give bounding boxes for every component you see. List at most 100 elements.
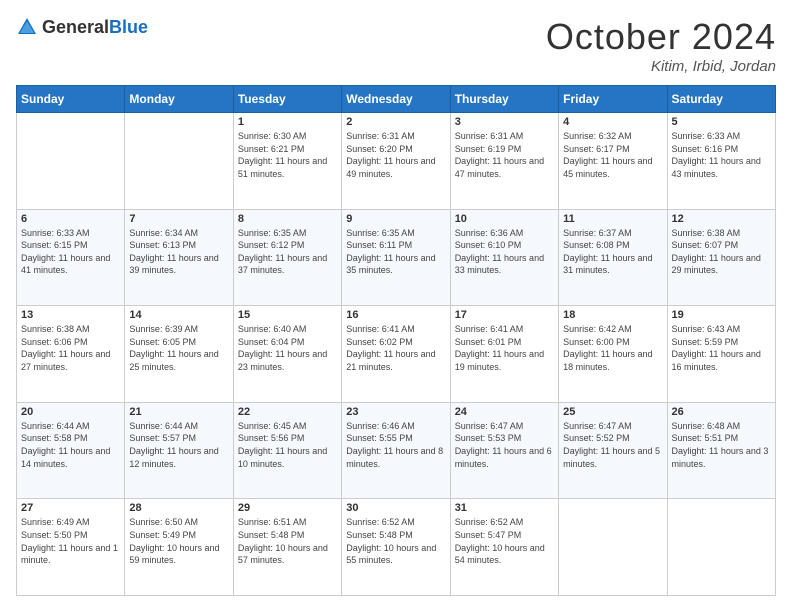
table-cell: 12 Sunrise: 6:38 AM Sunset: 6:07 PM Dayli… xyxy=(667,209,775,306)
week-row-0: 1 Sunrise: 6:30 AM Sunset: 6:21 PM Daylig… xyxy=(17,113,776,210)
day-number: 17 xyxy=(455,309,554,321)
day-info: Sunrise: 6:51 AM Sunset: 5:48 PM Dayligh… xyxy=(238,516,337,566)
table-cell: 26 Sunrise: 6:48 AM Sunset: 5:51 PM Dayli… xyxy=(667,402,775,499)
day-number: 24 xyxy=(455,406,554,418)
day-number: 2 xyxy=(346,116,445,128)
day-number: 21 xyxy=(129,406,228,418)
col-sunday: Sunday xyxy=(17,86,125,113)
day-info: Sunrise: 6:46 AM Sunset: 5:55 PM Dayligh… xyxy=(346,420,445,470)
logo-icon xyxy=(16,16,38,38)
table-cell: 14 Sunrise: 6:39 AM Sunset: 6:05 PM Dayli… xyxy=(125,306,233,403)
table-cell xyxy=(667,499,775,596)
table-cell: 31 Sunrise: 6:52 AM Sunset: 5:47 PM Dayli… xyxy=(450,499,558,596)
day-info: Sunrise: 6:31 AM Sunset: 6:20 PM Dayligh… xyxy=(346,130,445,180)
table-cell: 3 Sunrise: 6:31 AM Sunset: 6:19 PM Daylig… xyxy=(450,113,558,210)
calendar-location: Kitim, Irbid, Jordan xyxy=(546,58,776,75)
day-info: Sunrise: 6:43 AM Sunset: 5:59 PM Dayligh… xyxy=(672,323,771,373)
col-friday: Friday xyxy=(559,86,667,113)
table-cell: 8 Sunrise: 6:35 AM Sunset: 6:12 PM Daylig… xyxy=(233,209,341,306)
table-cell: 29Sunrise: 6:51 AM Sunset: 5:48 PM Dayli… xyxy=(233,499,341,596)
day-number: 23 xyxy=(346,406,445,418)
day-info: Sunrise: 6:48 AM Sunset: 5:51 PM Dayligh… xyxy=(672,420,771,470)
day-info: Sunrise: 6:52 AM Sunset: 5:48 PM Dayligh… xyxy=(346,516,445,566)
logo: GeneralBlue xyxy=(16,16,148,38)
table-cell xyxy=(125,113,233,210)
day-number: 10 xyxy=(455,213,554,225)
table-cell: 9Sunrise: 6:35 AM Sunset: 6:11 PM Daylig… xyxy=(342,209,450,306)
day-number: 6 xyxy=(21,213,120,225)
page: GeneralBlue October 2024 Kitim, Irbid, J… xyxy=(0,0,792,612)
day-info: Sunrise: 6:31 AM Sunset: 6:19 PM Dayligh… xyxy=(455,130,554,180)
day-number: 12 xyxy=(672,213,771,225)
day-number: 22 xyxy=(238,406,337,418)
table-cell: 28 Sunrise: 6:50 AM Sunset: 5:49 PM Dayli… xyxy=(125,499,233,596)
day-info: Sunrise: 6:40 AM Sunset: 6:04 PM Dayligh… xyxy=(238,323,337,373)
table-cell: 15 Sunrise: 6:40 AM Sunset: 6:04 PM Dayli… xyxy=(233,306,341,403)
header: GeneralBlue October 2024 Kitim, Irbid, J… xyxy=(16,16,776,75)
calendar-table: Sunday Monday Tuesday Wednesday Thursday… xyxy=(16,85,776,596)
table-cell xyxy=(17,113,125,210)
day-info: Sunrise: 6:33 AM Sunset: 6:15 PM Dayligh… xyxy=(21,227,120,277)
day-number: 11 xyxy=(563,213,662,225)
day-info: Sunrise: 6:47 AM Sunset: 5:52 PM Dayligh… xyxy=(563,420,662,470)
col-wednesday: Wednesday xyxy=(342,86,450,113)
calendar-title: October 2024 xyxy=(546,16,776,58)
day-number: 4 xyxy=(563,116,662,128)
table-cell: 1 Sunrise: 6:30 AM Sunset: 6:21 PM Daylig… xyxy=(233,113,341,210)
day-number: 8 xyxy=(238,213,337,225)
day-number: 20 xyxy=(21,406,120,418)
table-cell: 17 Sunrise: 6:41 AM Sunset: 6:01 PM Dayli… xyxy=(450,306,558,403)
day-info: Sunrise: 6:45 AM Sunset: 5:56 PM Dayligh… xyxy=(238,420,337,470)
week-row-2: 13 Sunrise: 6:38 AM Sunset: 6:06 PM Dayli… xyxy=(17,306,776,403)
day-info: Sunrise: 6:41 AM Sunset: 6:02 PM Dayligh… xyxy=(346,323,445,373)
day-info: Sunrise: 6:41 AM Sunset: 6:01 PM Dayligh… xyxy=(455,323,554,373)
day-number: 18 xyxy=(563,309,662,321)
table-cell: 10 Sunrise: 6:36 AM Sunset: 6:10 PM Dayli… xyxy=(450,209,558,306)
col-saturday: Saturday xyxy=(667,86,775,113)
table-cell: 7 Sunrise: 6:34 AM Sunset: 6:13 PM Daylig… xyxy=(125,209,233,306)
day-info: Sunrise: 6:39 AM Sunset: 6:05 PM Dayligh… xyxy=(129,323,228,373)
table-cell: 27Sunrise: 6:49 AM Sunset: 5:50 PM Dayli… xyxy=(17,499,125,596)
table-cell: 6 Sunrise: 6:33 AM Sunset: 6:15 PM Daylig… xyxy=(17,209,125,306)
day-info: Sunrise: 6:38 AM Sunset: 6:07 PM Dayligh… xyxy=(672,227,771,277)
day-number: 15 xyxy=(238,309,337,321)
day-number: 3 xyxy=(455,116,554,128)
day-info: Sunrise: 6:32 AM Sunset: 6:17 PM Dayligh… xyxy=(563,130,662,180)
table-cell: 18Sunrise: 6:42 AM Sunset: 6:00 PM Dayli… xyxy=(559,306,667,403)
table-cell: 25Sunrise: 6:47 AM Sunset: 5:52 PM Dayli… xyxy=(559,402,667,499)
logo-text: GeneralBlue xyxy=(42,17,148,38)
day-number: 26 xyxy=(672,406,771,418)
table-cell: 30 Sunrise: 6:52 AM Sunset: 5:48 PM Dayli… xyxy=(342,499,450,596)
day-info: Sunrise: 6:35 AM Sunset: 6:11 PM Dayligh… xyxy=(346,227,445,277)
table-cell: 23 Sunrise: 6:46 AM Sunset: 5:55 PM Dayli… xyxy=(342,402,450,499)
day-number: 30 xyxy=(346,502,445,514)
day-number: 16 xyxy=(346,309,445,321)
day-number: 13 xyxy=(21,309,120,321)
logo-blue: Blue xyxy=(109,17,148,37)
logo-general: General xyxy=(42,17,109,37)
table-cell: 21 Sunrise: 6:44 AM Sunset: 5:57 PM Dayli… xyxy=(125,402,233,499)
table-cell: 20 Sunrise: 6:44 AM Sunset: 5:58 PM Dayli… xyxy=(17,402,125,499)
day-info: Sunrise: 6:36 AM Sunset: 6:10 PM Dayligh… xyxy=(455,227,554,277)
table-cell: 24Sunrise: 6:47 AM Sunset: 5:53 PM Dayli… xyxy=(450,402,558,499)
day-info: Sunrise: 6:49 AM Sunset: 5:50 PM Dayligh… xyxy=(21,516,120,566)
title-block: October 2024 Kitim, Irbid, Jordan xyxy=(546,16,776,75)
day-info: Sunrise: 6:44 AM Sunset: 5:58 PM Dayligh… xyxy=(21,420,120,470)
day-info: Sunrise: 6:34 AM Sunset: 6:13 PM Dayligh… xyxy=(129,227,228,277)
day-number: 14 xyxy=(129,309,228,321)
day-info: Sunrise: 6:52 AM Sunset: 5:47 PM Dayligh… xyxy=(455,516,554,566)
header-row: Sunday Monday Tuesday Wednesday Thursday… xyxy=(17,86,776,113)
day-info: Sunrise: 6:44 AM Sunset: 5:57 PM Dayligh… xyxy=(129,420,228,470)
day-info: Sunrise: 6:38 AM Sunset: 6:06 PM Dayligh… xyxy=(21,323,120,373)
day-info: Sunrise: 6:50 AM Sunset: 5:49 PM Dayligh… xyxy=(129,516,228,566)
table-cell: 4 Sunrise: 6:32 AM Sunset: 6:17 PM Daylig… xyxy=(559,113,667,210)
table-cell: 16 Sunrise: 6:41 AM Sunset: 6:02 PM Dayli… xyxy=(342,306,450,403)
week-row-3: 20 Sunrise: 6:44 AM Sunset: 5:58 PM Dayli… xyxy=(17,402,776,499)
day-number: 31 xyxy=(455,502,554,514)
day-number: 1 xyxy=(238,116,337,128)
day-info: Sunrise: 6:30 AM Sunset: 6:21 PM Dayligh… xyxy=(238,130,337,180)
day-number: 7 xyxy=(129,213,228,225)
col-monday: Monday xyxy=(125,86,233,113)
day-number: 28 xyxy=(129,502,228,514)
day-info: Sunrise: 6:35 AM Sunset: 6:12 PM Dayligh… xyxy=(238,227,337,277)
